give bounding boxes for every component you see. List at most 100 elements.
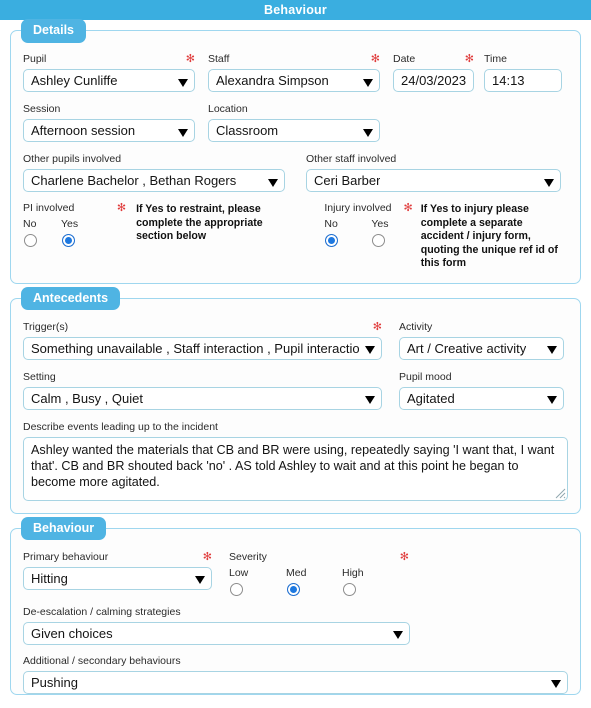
field-setting: Setting Calm , Busy , Quiet (23, 371, 382, 410)
pupil-label: Pupil (23, 53, 47, 65)
primary-behaviour-select[interactable]: Hitting (23, 566, 212, 590)
details-row-2: Session Afternoon session Location Class… (23, 103, 568, 142)
date-input[interactable]: 24/03/2023 (393, 69, 474, 92)
severity-option-low-label: Low (229, 566, 249, 579)
severity-option-high-label: High (342, 566, 364, 579)
panel-antecedents-legend: Antecedents (21, 286, 121, 310)
deescalation-select-value: Given choices (31, 625, 113, 641)
details-row-1: Pupil ✻ Ashley Cunliffe Staff ✻ Alexandr… (23, 53, 568, 92)
triggers-select[interactable]: Something unavailable , Staff interactio… (23, 336, 382, 360)
activity-label: Activity (399, 320, 433, 333)
session-select-value: Afternoon session (31, 123, 136, 138)
pi-involved-option-yes[interactable]: Yes (61, 218, 78, 247)
panel-details-legend: Details (21, 19, 86, 43)
field-injury-involved: Injury involved ✻ No Yes (324, 202, 413, 247)
severity-radio-med[interactable] (287, 582, 300, 596)
pi-involved-required-marker: ✻ (116, 202, 127, 214)
activity-select[interactable]: Art / Creative activity (399, 336, 564, 360)
pupil-mood-label: Pupil mood (399, 370, 452, 383)
field-date: Date ✻ 24/03/2023 (393, 53, 474, 92)
field-staff: Staff ✻ Alexandra Simpson (208, 53, 380, 92)
injury-involved-radio-yes[interactable] (372, 234, 386, 247)
panel-details: Details Pupil ✻ Ashley Cunliffe Staff ✻ (10, 19, 581, 284)
chevron-down-icon (178, 128, 188, 137)
pupil-required-marker: ✻ (185, 53, 195, 65)
field-pupil-mood: Pupil mood Agitated (399, 371, 564, 410)
pupil-mood-select-value: Agitated (407, 390, 455, 406)
deescalation-select[interactable]: Given choices (23, 621, 410, 645)
date-label: Date (393, 53, 416, 65)
pi-involved-option-no-label: No (23, 218, 37, 230)
setting-select[interactable]: Calm , Busy , Quiet (23, 386, 382, 410)
additional-behaviours-select[interactable]: Pushing (23, 670, 568, 694)
pi-involved-note: If Yes to restraint, please complete the… (136, 203, 263, 242)
antecedents-row-2: Setting Calm , Busy , Quiet Pupil mood A… (23, 371, 568, 410)
severity-option-high[interactable]: High (342, 567, 364, 596)
antecedents-row-1: Trigger(s) ✻ Something unavailable , Sta… (23, 321, 568, 360)
severity-radio-high[interactable] (343, 582, 356, 596)
other-pupils-select-value: Charlene Bachelor , Bethan Rogers (31, 173, 237, 188)
pupil-mood-select[interactable]: Agitated (399, 386, 564, 410)
session-select[interactable]: Afternoon session (23, 119, 195, 142)
injury-involved-option-no[interactable]: No (324, 218, 371, 247)
pi-involved-label: PI involved (23, 202, 75, 214)
additional-behaviours-select-value: Pushing (31, 674, 78, 690)
field-severity: Severity ✻ Low Med High (229, 551, 409, 596)
other-pupils-select[interactable]: Charlene Bachelor , Bethan Rogers (23, 169, 285, 192)
injury-involved-required-marker: ✻ (403, 202, 413, 214)
staff-label: Staff (208, 53, 230, 65)
field-other-staff: Other staff involved Ceri Barber (306, 153, 561, 192)
behaviour-row-1: Primary behaviour ✻ Hitting Severity ✻ L… (23, 551, 568, 596)
deescalation-label: De-escalation / calming strategies (23, 605, 181, 618)
details-row-3: Other pupils involved Charlene Bachelor … (23, 153, 568, 192)
field-pi-involved: PI involved ✻ No Yes (23, 202, 126, 247)
staff-required-marker: ✻ (370, 53, 380, 65)
panel-behaviour-legend: Behaviour (21, 516, 107, 540)
other-staff-select[interactable]: Ceri Barber (306, 169, 561, 192)
severity-radio-group: Low Med High (229, 567, 409, 596)
severity-option-med-label: Med (286, 566, 307, 579)
pi-involved-radio-group: No Yes (23, 218, 126, 247)
primary-behaviour-required-marker: ✻ (202, 550, 212, 563)
chevron-down-icon (365, 396, 375, 404)
pi-involved-radio-no[interactable] (24, 234, 37, 247)
severity-option-low[interactable]: Low (229, 567, 286, 596)
pupil-select[interactable]: Ashley Cunliffe (23, 69, 195, 92)
injury-involved-option-yes[interactable]: Yes (371, 218, 389, 247)
injury-involved-label: Injury involved (324, 202, 392, 214)
describe-events-textarea[interactable]: Ashley wanted the materials that CB and … (23, 436, 568, 501)
chevron-down-icon (178, 78, 188, 87)
injury-involved-option-no-label: No (324, 218, 338, 230)
chevron-down-icon (547, 396, 557, 404)
details-row-4: PI involved ✻ No Yes If Yes to restraint… (23, 202, 568, 271)
activity-select-value: Art / Creative activity (407, 340, 527, 356)
severity-required-marker: ✻ (399, 550, 409, 563)
other-staff-select-value: Ceri Barber (314, 173, 381, 188)
describe-events-value: Ashley wanted the materials that CB and … (31, 442, 558, 489)
pi-involved-radio-yes[interactable] (62, 234, 75, 247)
field-activity: Activity Art / Creative activity (399, 321, 564, 360)
page-title: Behaviour (264, 3, 327, 17)
pupil-select-value: Ashley Cunliffe (31, 73, 118, 88)
chevron-down-icon (365, 346, 375, 354)
location-label: Location (208, 103, 248, 115)
other-pupils-label: Other pupils involved (23, 153, 122, 165)
pi-involved-option-no[interactable]: No (23, 218, 61, 247)
panel-behaviour: Behaviour Primary behaviour ✻ Hitting Se… (10, 516, 581, 695)
primary-behaviour-label: Primary behaviour (23, 550, 109, 563)
time-input[interactable]: 14:13 (484, 69, 562, 92)
session-label: Session (23, 103, 61, 115)
field-describe-events: Describe events leading up to the incide… (23, 421, 568, 501)
severity-radio-low[interactable] (230, 582, 243, 596)
chevron-down-icon (393, 631, 403, 639)
injury-involved-radio-no[interactable] (325, 234, 339, 247)
severity-option-med[interactable]: Med (286, 567, 342, 596)
chevron-down-icon (363, 78, 373, 87)
setting-label: Setting (23, 370, 56, 383)
location-select[interactable]: Classroom (208, 119, 380, 142)
chevron-down-icon (544, 178, 554, 187)
field-session: Session Afternoon session (23, 103, 195, 142)
field-location: Location Classroom (208, 103, 380, 142)
injury-involved-note: If Yes to injury please complete a separ… (420, 203, 558, 269)
staff-select[interactable]: Alexandra Simpson (208, 69, 380, 92)
